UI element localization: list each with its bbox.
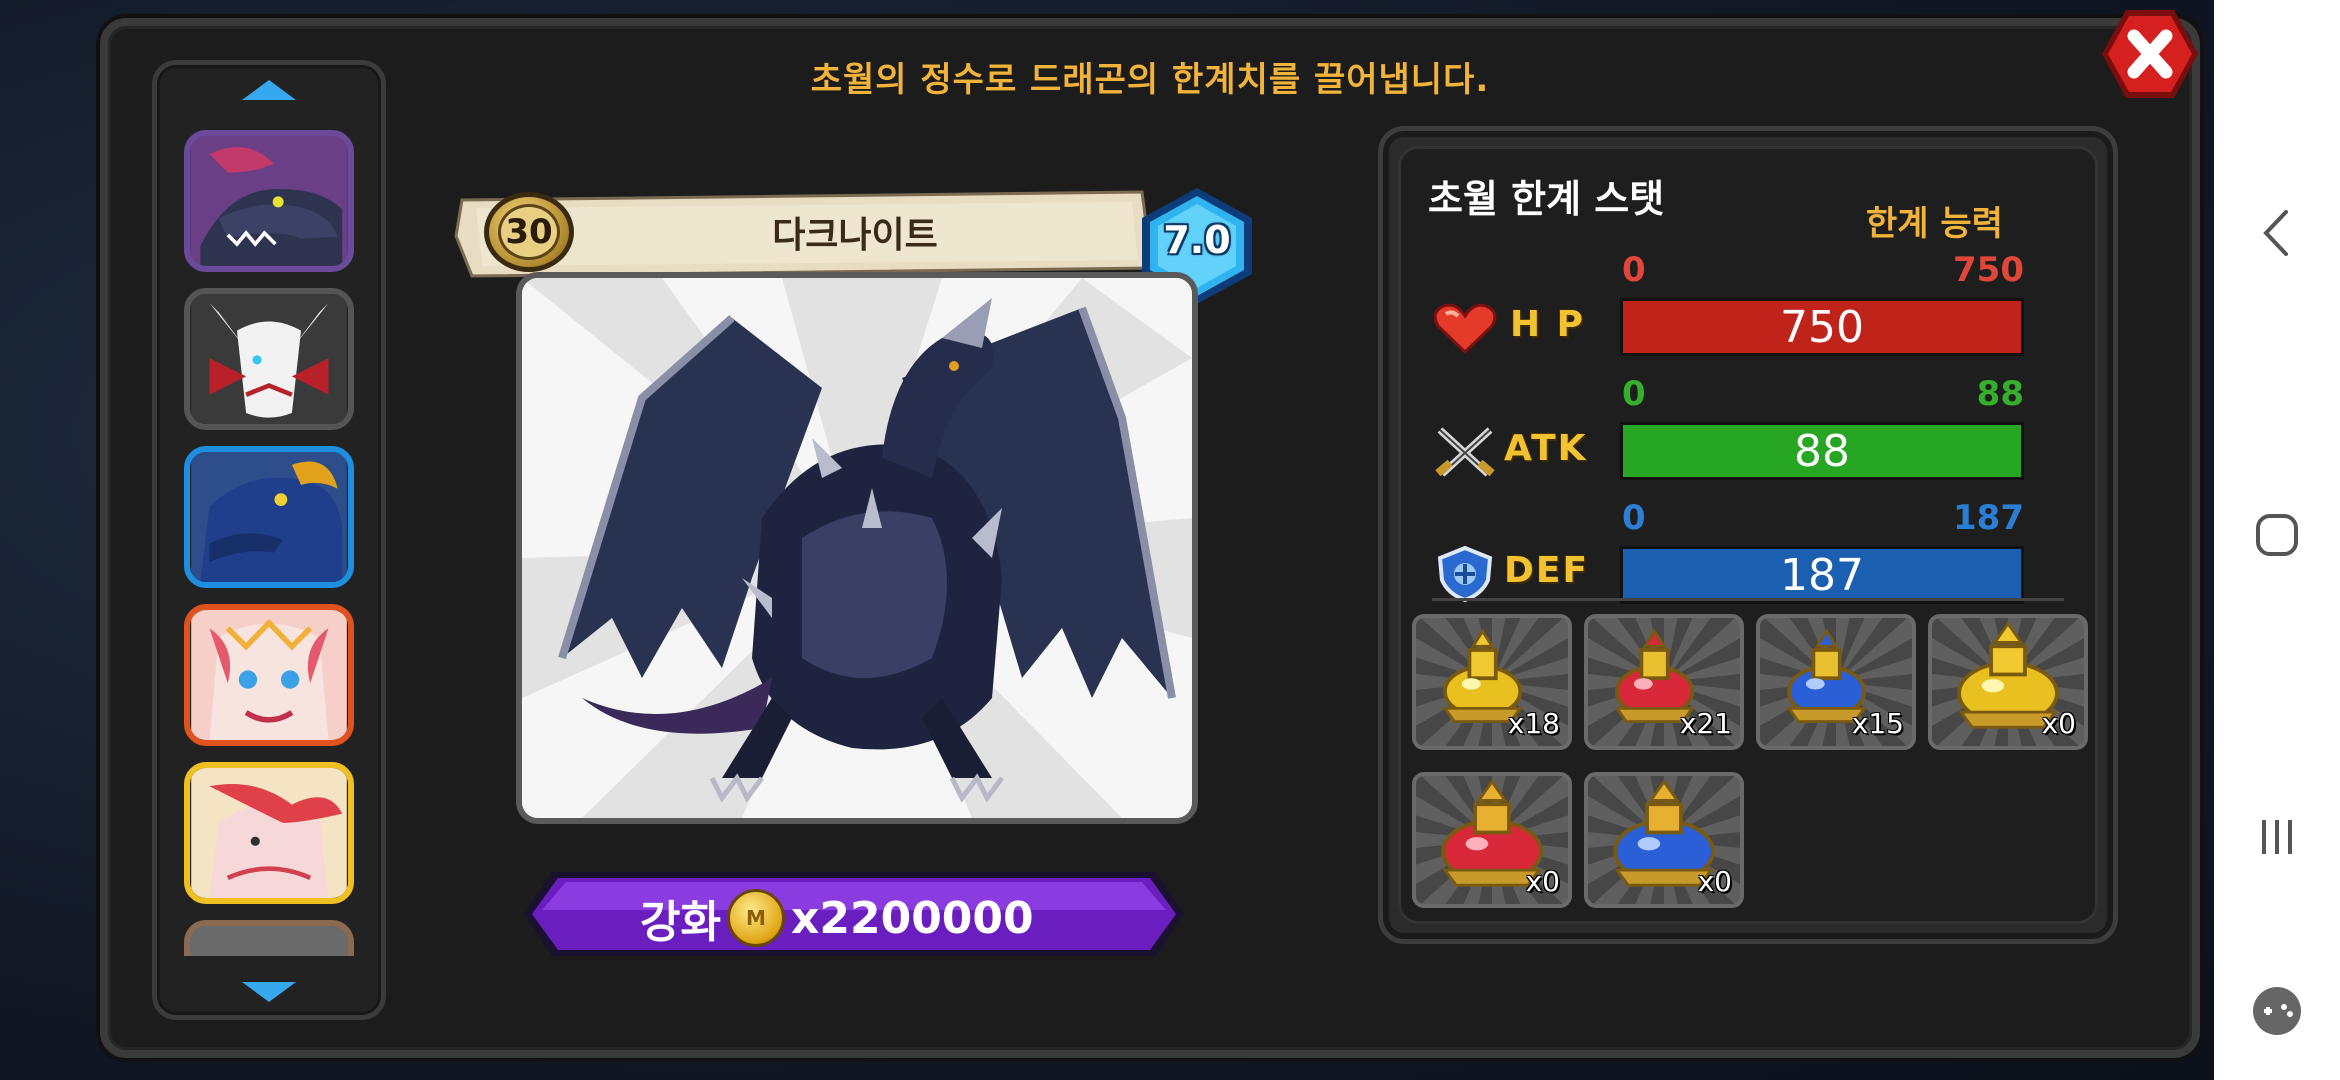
enhance-button[interactable]: 강화 M x2200000 bbox=[640, 886, 1034, 950]
def-label: DEF bbox=[1504, 550, 1590, 591]
level-badge: 30 bbox=[484, 192, 574, 272]
def-value: 187 bbox=[1780, 549, 1864, 601]
item-qty: x18 bbox=[1507, 707, 1560, 740]
recent-apps-icon[interactable] bbox=[2242, 802, 2312, 872]
page-subtitle: 초월의 정수로 드래곤의 한계치를 끌어냅니다. bbox=[810, 60, 1490, 100]
dragon-name: 다크나이트 bbox=[772, 215, 938, 256]
level-value: 30 bbox=[498, 204, 560, 260]
hp-bar: 750 bbox=[1620, 298, 2024, 356]
def-bar: 187 bbox=[1620, 546, 2024, 604]
back-icon[interactable] bbox=[2242, 198, 2312, 268]
yellow-potion-item[interactable]: x18 bbox=[1412, 614, 1572, 750]
item-qty: x21 bbox=[1679, 707, 1732, 740]
item-qty: x0 bbox=[1525, 865, 1560, 898]
home-icon[interactable] bbox=[2242, 500, 2312, 570]
large-blue-potion-item[interactable]: x0 bbox=[1584, 772, 1744, 908]
stat-divider bbox=[1432, 598, 2064, 601]
dragon-portrait-1[interactable] bbox=[184, 130, 354, 272]
crossed-swords-icon bbox=[1435, 427, 1495, 477]
dragon-portrait-4[interactable] bbox=[184, 604, 354, 746]
dragon-portrait-6-partial[interactable] bbox=[184, 920, 354, 956]
hp-max: 750 bbox=[1953, 250, 2024, 290]
enhance-label: 강화 bbox=[640, 897, 721, 948]
dragon-artwork bbox=[516, 272, 1198, 824]
coin-icon: M bbox=[726, 889, 785, 947]
dragon-portrait-3[interactable] bbox=[184, 446, 354, 588]
atk-max: 88 bbox=[1976, 374, 2024, 414]
dragon-portrait-5[interactable] bbox=[184, 762, 354, 904]
shield-icon bbox=[1437, 546, 1493, 602]
item-qty: x15 bbox=[1851, 707, 1904, 740]
close-button[interactable] bbox=[2098, 6, 2202, 102]
red-potion-item[interactable]: x21 bbox=[1584, 614, 1744, 750]
limit-title: 한계 능력 bbox=[1866, 204, 2003, 244]
game-screen: 초월의 정수로 드래곤의 한계치를 끌어냅니다. 30 다크나이트 7.0 강화… bbox=[0, 0, 2340, 1080]
blue-potion-item[interactable]: x15 bbox=[1756, 614, 1916, 750]
atk-min: 0 bbox=[1622, 374, 1646, 414]
game-tools-icon[interactable] bbox=[2242, 976, 2312, 1046]
dragon-portrait-2[interactable] bbox=[184, 288, 354, 430]
large-red-potion-item[interactable]: x0 bbox=[1412, 772, 1572, 908]
hp-min: 0 bbox=[1622, 250, 1646, 290]
enhance-cost: x2200000 bbox=[790, 892, 1034, 944]
large-yellow-potion-item[interactable]: x0 bbox=[1928, 614, 2088, 750]
grade-value: 7.0 bbox=[1163, 218, 1231, 262]
atk-bar: 88 bbox=[1620, 422, 2024, 480]
scroll-down-arrow-icon[interactable] bbox=[240, 980, 298, 1004]
item-qty: x0 bbox=[1697, 865, 1732, 898]
hp-label: H P bbox=[1510, 304, 1586, 345]
system-navigation-bar bbox=[2214, 0, 2340, 1080]
atk-value: 88 bbox=[1794, 425, 1850, 477]
stat-title: 초월 한계 스탯 bbox=[1428, 177, 1665, 221]
def-min: 0 bbox=[1622, 498, 1646, 538]
hp-value: 750 bbox=[1780, 301, 1864, 353]
scroll-up-arrow-icon[interactable] bbox=[240, 78, 298, 102]
item-qty: x0 bbox=[2041, 707, 2076, 740]
def-max: 187 bbox=[1953, 498, 2024, 538]
heart-icon bbox=[1433, 303, 1497, 355]
atk-label: ATK bbox=[1504, 428, 1588, 469]
